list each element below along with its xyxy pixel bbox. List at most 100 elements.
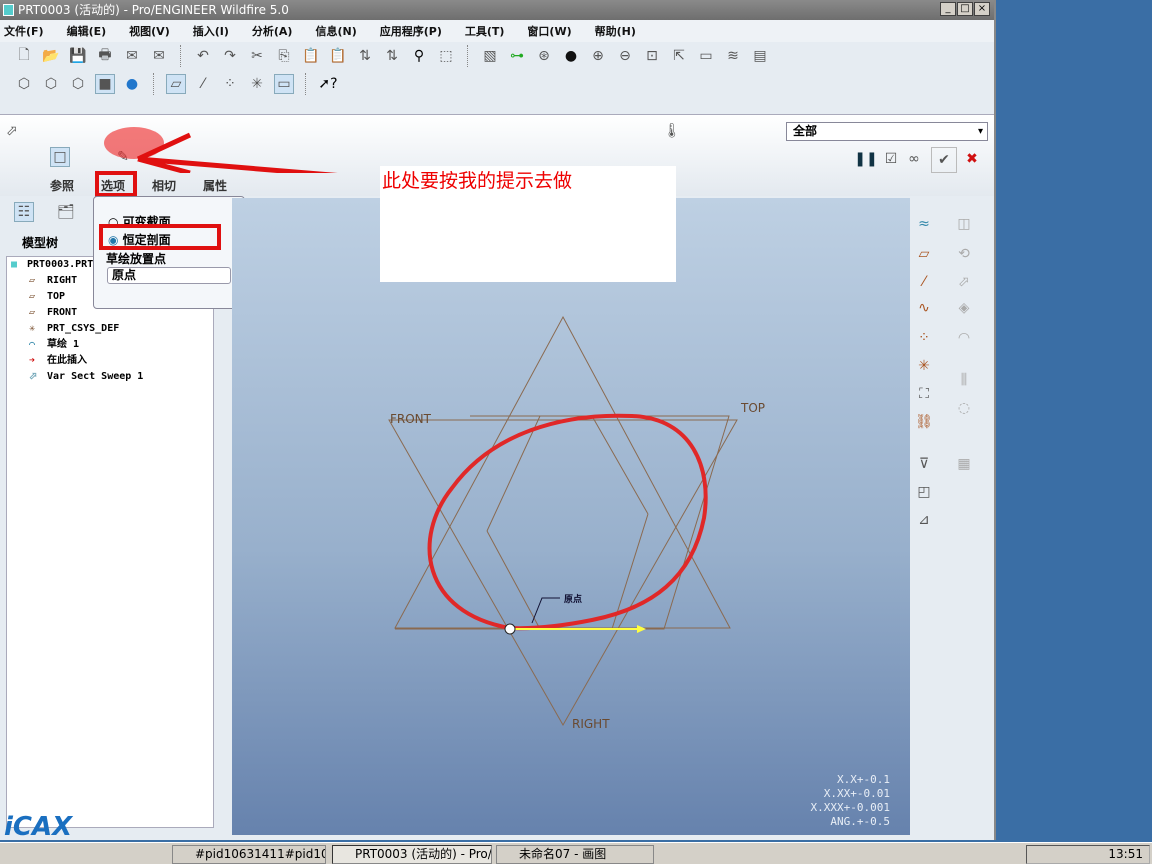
- menu-applications[interactable]: 应用程序(P): [380, 23, 442, 39]
- taskbar: #pid10631411#pid1063... PRT0003 (活动的) - …: [0, 842, 1152, 864]
- tree-item-insert-here[interactable]: ➔ 在此插入: [7, 353, 213, 369]
- chamfer-icon[interactable]: ⊿: [914, 510, 934, 530]
- menu-info[interactable]: 信息(N): [315, 23, 356, 39]
- merge-icon[interactable]: ◌: [954, 398, 974, 418]
- save-icon[interactable]: 💾: [68, 46, 88, 66]
- zoom-out-icon[interactable]: ⊖: [615, 46, 635, 66]
- menu-window[interactable]: 窗口(W): [527, 23, 571, 39]
- datum-plane-icon[interactable]: ▱: [914, 244, 934, 264]
- thermometer-icon: 🌡: [663, 123, 681, 139]
- menu-analysis[interactable]: 分析(A): [252, 23, 293, 39]
- annotation-display-icon[interactable]: ▭: [274, 74, 294, 94]
- undo-icon[interactable]: ↶: [193, 46, 213, 66]
- graphics-window[interactable]: FRONT TOP RIGHT 原点 X.X+-0.1 X.XX+-0.01 X.X…: [232, 198, 910, 835]
- task-paint[interactable]: 未命名07 - 画图: [496, 845, 654, 864]
- layers-icon[interactable]: ≋: [723, 46, 743, 66]
- datum-right-triangle: [394, 315, 731, 629]
- shading-icon[interactable]: ●: [561, 46, 581, 66]
- datum-axis-icon[interactable]: ⁄: [914, 272, 934, 292]
- tree-item-var-sect-sweep[interactable]: ⬀ Var Sect Sweep 1: [7, 369, 213, 385]
- redo-icon[interactable]: ↷: [220, 46, 240, 66]
- menu-tools[interactable]: 工具(T): [465, 23, 505, 39]
- round-icon[interactable]: ◰: [914, 482, 934, 502]
- tree-item-csys[interactable]: ✳ PRT_CSYS_DEF: [7, 321, 213, 337]
- menu-help[interactable]: 帮助(H): [595, 23, 636, 39]
- repaint-icon[interactable]: ▧: [480, 46, 500, 66]
- blend-icon[interactable]: ◈: [954, 298, 974, 318]
- confirm-icon[interactable]: ✔: [931, 147, 957, 173]
- minimize-button[interactable]: _: [940, 2, 956, 16]
- mirror-icon[interactable]: ⫼: [954, 370, 974, 390]
- print-icon[interactable]: 🖶: [95, 46, 115, 66]
- find-icon[interactable]: ⚲: [409, 46, 429, 66]
- menu-file[interactable]: 文件(F): [4, 23, 44, 39]
- front-label: FRONT: [390, 412, 431, 426]
- datum-point-icon[interactable]: ⁘: [914, 328, 934, 348]
- view-manager-icon[interactable]: ▤: [750, 46, 770, 66]
- pattern-icon[interactable]: ▦: [954, 454, 974, 474]
- axis-display-icon[interactable]: ⁄: [193, 74, 213, 94]
- new-icon[interactable]: 🗋: [14, 46, 34, 66]
- shaded-icon[interactable]: ■: [95, 74, 115, 94]
- model-tree: ■ PRT0003.PRT ▱ RIGHT ▱ TOP ▱ FRONT ✳ PRT_CSY…: [6, 256, 214, 828]
- solid-icon[interactable]: □: [50, 147, 70, 167]
- csys-icon[interactable]: ✳: [914, 356, 934, 376]
- sketch-point-field[interactable]: 原点: [107, 267, 231, 284]
- wireframe-icon[interactable]: ⬡: [14, 74, 34, 94]
- toolbar-2: ⬡ ⬡ ⬡ ■ ● ▱ ⁄ ⁘ ✳ ▭ ➚?: [0, 70, 994, 98]
- tab-properties[interactable]: 属性: [203, 177, 227, 194]
- orient-icon[interactable]: ⊛: [534, 46, 554, 66]
- hole-icon[interactable]: ⊽: [914, 454, 934, 474]
- preview-check-icon[interactable]: ☑: [881, 149, 901, 169]
- style-icon[interactable]: ◠: [954, 328, 974, 348]
- maximize-button[interactable]: □: [957, 2, 973, 16]
- point-display-icon[interactable]: ⁘: [220, 74, 240, 94]
- datum-plane-display-icon[interactable]: ▱: [166, 74, 186, 94]
- hidden-line-icon[interactable]: ⬡: [41, 74, 61, 94]
- appearance-icon[interactable]: ●: [122, 74, 142, 94]
- sweep-icon[interactable]: ⬀: [954, 272, 974, 292]
- context-help-icon[interactable]: ➚?: [318, 74, 338, 94]
- datum-curve-icon[interactable]: ∿: [914, 298, 934, 318]
- open-icon[interactable]: 📂: [41, 46, 61, 66]
- pause-icon[interactable]: ❚❚: [854, 149, 877, 169]
- analysis-icon[interactable]: ⛶: [914, 384, 934, 404]
- zoom-in-icon[interactable]: ⊕: [588, 46, 608, 66]
- mail-icon[interactable]: ✉: [122, 46, 142, 66]
- model-tree-tab-icon[interactable]: ☷: [14, 202, 34, 222]
- task-browser[interactable]: #pid10631411#pid1063...: [172, 845, 326, 864]
- chain-icon[interactable]: ⛓: [914, 412, 934, 432]
- menu-edit[interactable]: 编辑(E): [67, 23, 107, 39]
- folder-tab-icon[interactable]: 🗂: [56, 202, 76, 222]
- reorient-icon[interactable]: ⇱: [669, 46, 689, 66]
- options-panel: ○ 可变截面 ◉ 恒定剖面 草绘放置点 原点: [93, 196, 245, 309]
- no-hidden-icon[interactable]: ⬡: [68, 74, 88, 94]
- tab-references[interactable]: 参照: [50, 177, 74, 194]
- icax-logo: iCAX: [4, 812, 73, 842]
- close-button[interactable]: ×: [974, 2, 990, 16]
- select-box-icon[interactable]: ⬚: [436, 46, 456, 66]
- glasses-icon[interactable]: ∞: [904, 149, 924, 169]
- sketch-tool-icon[interactable]: ≈: [914, 214, 934, 234]
- refit-icon[interactable]: ⊡: [642, 46, 662, 66]
- saved-views-icon[interactable]: ▭: [696, 46, 716, 66]
- annotation-note: 此处要按我的提示去做: [380, 166, 676, 282]
- cut-icon[interactable]: ✂: [247, 46, 267, 66]
- tree-item-sketch[interactable]: ⌒ 草绘 1: [7, 337, 213, 353]
- spin-center-icon[interactable]: ⊶: [507, 46, 527, 66]
- menu-insert[interactable]: 插入(I): [193, 23, 229, 39]
- copy-icon[interactable]: ⎘: [274, 46, 294, 66]
- filter-select[interactable]: 全部: [786, 122, 988, 141]
- paste-icon[interactable]: 📋: [301, 46, 321, 66]
- revolve-icon[interactable]: ⟲: [954, 244, 974, 264]
- regenerate-icon[interactable]: ⇅: [355, 46, 375, 66]
- cancel-icon[interactable]: ✖: [962, 149, 982, 169]
- extrude-icon[interactable]: ◫: [954, 214, 974, 234]
- menu-view[interactable]: 视图(V): [129, 23, 170, 39]
- csys-display-icon[interactable]: ✳: [247, 74, 267, 94]
- tab-tangency[interactable]: 相切: [152, 177, 176, 194]
- mail-link-icon[interactable]: ✉: [149, 46, 169, 66]
- task-proe[interactable]: PRT0003 (活动的) - Pro/...: [332, 845, 492, 864]
- paste-special-icon[interactable]: 📋: [328, 46, 348, 66]
- regen-manager-icon[interactable]: ⇅: [382, 46, 402, 66]
